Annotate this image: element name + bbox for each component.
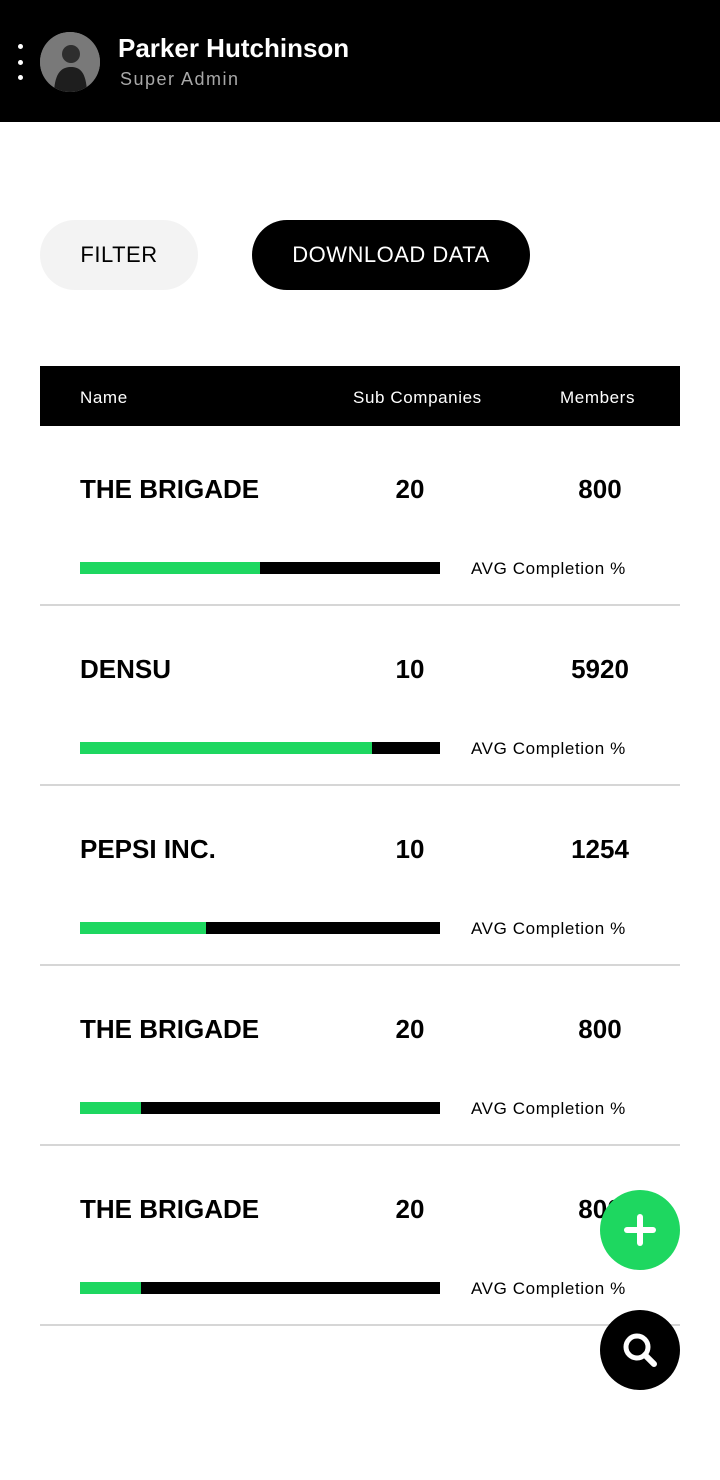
- search-button[interactable]: [600, 1310, 680, 1390]
- company-name: DENSU: [80, 654, 172, 684]
- avg-completion-label: AVG Completion %: [471, 739, 626, 758]
- completion-progress-bar: [80, 742, 440, 754]
- table-row[interactable]: DENSU 10 5920 AVG Completion %: [40, 606, 680, 786]
- top-bar: Parker Hutchinson Super Admin: [0, 0, 720, 122]
- search-icon: [623, 1333, 657, 1367]
- avg-completion-label: AVG Completion %: [471, 919, 626, 938]
- table-row[interactable]: THE BRIGADE 20 800 AVG Completion %: [40, 1146, 680, 1326]
- completion-progress-fill: [80, 742, 372, 754]
- members-count: 800: [578, 474, 622, 504]
- company-name: PEPSI INC.: [80, 834, 216, 864]
- members-count: 1254: [571, 834, 629, 864]
- company-name: THE BRIGADE: [80, 1014, 260, 1044]
- table-row[interactable]: THE BRIGADE 20 800 AVG Completion %: [40, 966, 680, 1146]
- avatar[interactable]: [40, 32, 100, 92]
- completion-progress-fill: [80, 1102, 142, 1114]
- avg-completion-label: AVG Completion %: [471, 1279, 626, 1298]
- download-data-button[interactable]: DOWNLOAD DATA: [252, 220, 530, 290]
- sub-companies-count: 20: [395, 1014, 425, 1044]
- plus-icon: [624, 1214, 656, 1246]
- avg-completion-label: AVG Completion %: [471, 1099, 626, 1118]
- completion-progress-fill: [80, 922, 206, 934]
- sub-companies-count: 20: [395, 1194, 425, 1224]
- members-count: 800: [578, 1014, 622, 1044]
- completion-progress-bar: [80, 922, 440, 934]
- table-row[interactable]: THE BRIGADE 20 800 AVG Completion %: [40, 426, 680, 606]
- sub-companies-count: 10: [395, 654, 425, 684]
- table-row[interactable]: PEPSI INC. 10 1254 AVG Completion %: [40, 786, 680, 966]
- sub-companies-count: 20: [395, 474, 425, 504]
- app-screen: Parker Hutchinson Super Admin FILTER DOW…: [0, 0, 720, 1480]
- user-name: Parker Hutchinson: [118, 33, 350, 63]
- user-role: Super Admin: [120, 69, 240, 89]
- sub-companies-count: 10: [395, 834, 425, 864]
- company-name: THE BRIGADE: [80, 1194, 260, 1224]
- avg-completion-label: AVG Completion %: [471, 559, 626, 578]
- members-count: 5920: [571, 654, 629, 684]
- completion-progress-bar: [80, 562, 440, 574]
- table-header: Name Sub Companies Members: [40, 366, 680, 426]
- column-header-members[interactable]: Members: [560, 388, 635, 408]
- more-vertical-icon[interactable]: [10, 40, 30, 84]
- add-button[interactable]: [600, 1190, 680, 1270]
- company-name: THE BRIGADE: [80, 474, 260, 504]
- column-header-name[interactable]: Name: [80, 388, 128, 408]
- filter-button[interactable]: FILTER: [40, 220, 198, 290]
- completion-progress-bar: [80, 1282, 440, 1294]
- column-header-sub-companies[interactable]: Sub Companies: [353, 388, 482, 408]
- completion-progress-fill: [80, 562, 260, 574]
- completion-progress-bar: [80, 1102, 440, 1114]
- completion-progress-fill: [80, 1282, 142, 1294]
